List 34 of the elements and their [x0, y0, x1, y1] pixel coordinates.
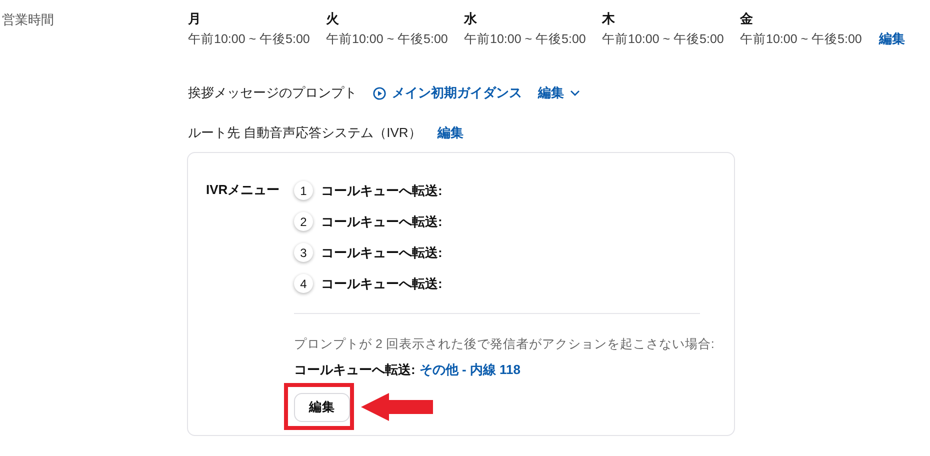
menu-action: コールキューへ転送: — [321, 182, 442, 200]
chevron-down-icon[interactable] — [570, 90, 580, 96]
arrow-icon — [361, 393, 433, 421]
hours-text: 午前10:00 ~ 午後5:00 — [464, 31, 586, 48]
hours-text: 午前10:00 ~ 午後5:00 — [740, 31, 862, 48]
day-name: 木 — [602, 10, 615, 28]
menu-action: コールキューへ転送: — [321, 212, 442, 230]
greeting-label: 挨拶メッセージのプロンプト — [188, 84, 357, 102]
key-badge: 4 — [294, 274, 313, 293]
play-icon[interactable] — [373, 86, 386, 100]
edit-link[interactable]: 編集 — [437, 124, 464, 142]
hours-text: 午前10:00 ~ 午後5:00 — [326, 31, 448, 48]
menu-action: コールキューへ転送: — [321, 244, 442, 262]
hours-text: 午前10:00 ~ 午後5:00 — [602, 31, 724, 48]
key-badge: 3 — [294, 243, 313, 262]
key-badge: 2 — [294, 212, 313, 231]
route-label: ルート先 自動音声応答システム（IVR） — [188, 124, 422, 142]
day-name: 月 — [188, 10, 201, 28]
edit-link[interactable]: 編集 — [879, 30, 905, 48]
prompt-link[interactable]: メイン初期ガイダンス — [392, 84, 522, 102]
section-label: 営業時間 — [2, 12, 54, 27]
edit-button[interactable]: 編集 — [294, 393, 350, 422]
highlight-frame — [284, 383, 354, 430]
day-name: 火 — [326, 10, 339, 28]
key-badge: 1 — [294, 181, 313, 200]
edit-link[interactable]: 編集 — [538, 84, 564, 102]
menu-action: コールキューへ転送: — [321, 274, 442, 292]
day-name: 金 — [740, 10, 753, 28]
fallback-link[interactable]: その他 - 内線 118 — [419, 361, 520, 379]
no-action-note: プロンプトが 2 回表示された後で発信者がアクションを起こさない場合: — [294, 336, 714, 353]
fallback-label: コールキューへ転送: — [294, 361, 416, 379]
ivr-menu-label: IVRメニュー — [206, 181, 281, 199]
hours-text: 午前10:00 ~ 午後5:00 — [188, 31, 310, 48]
day-name: 水 — [464, 10, 477, 28]
